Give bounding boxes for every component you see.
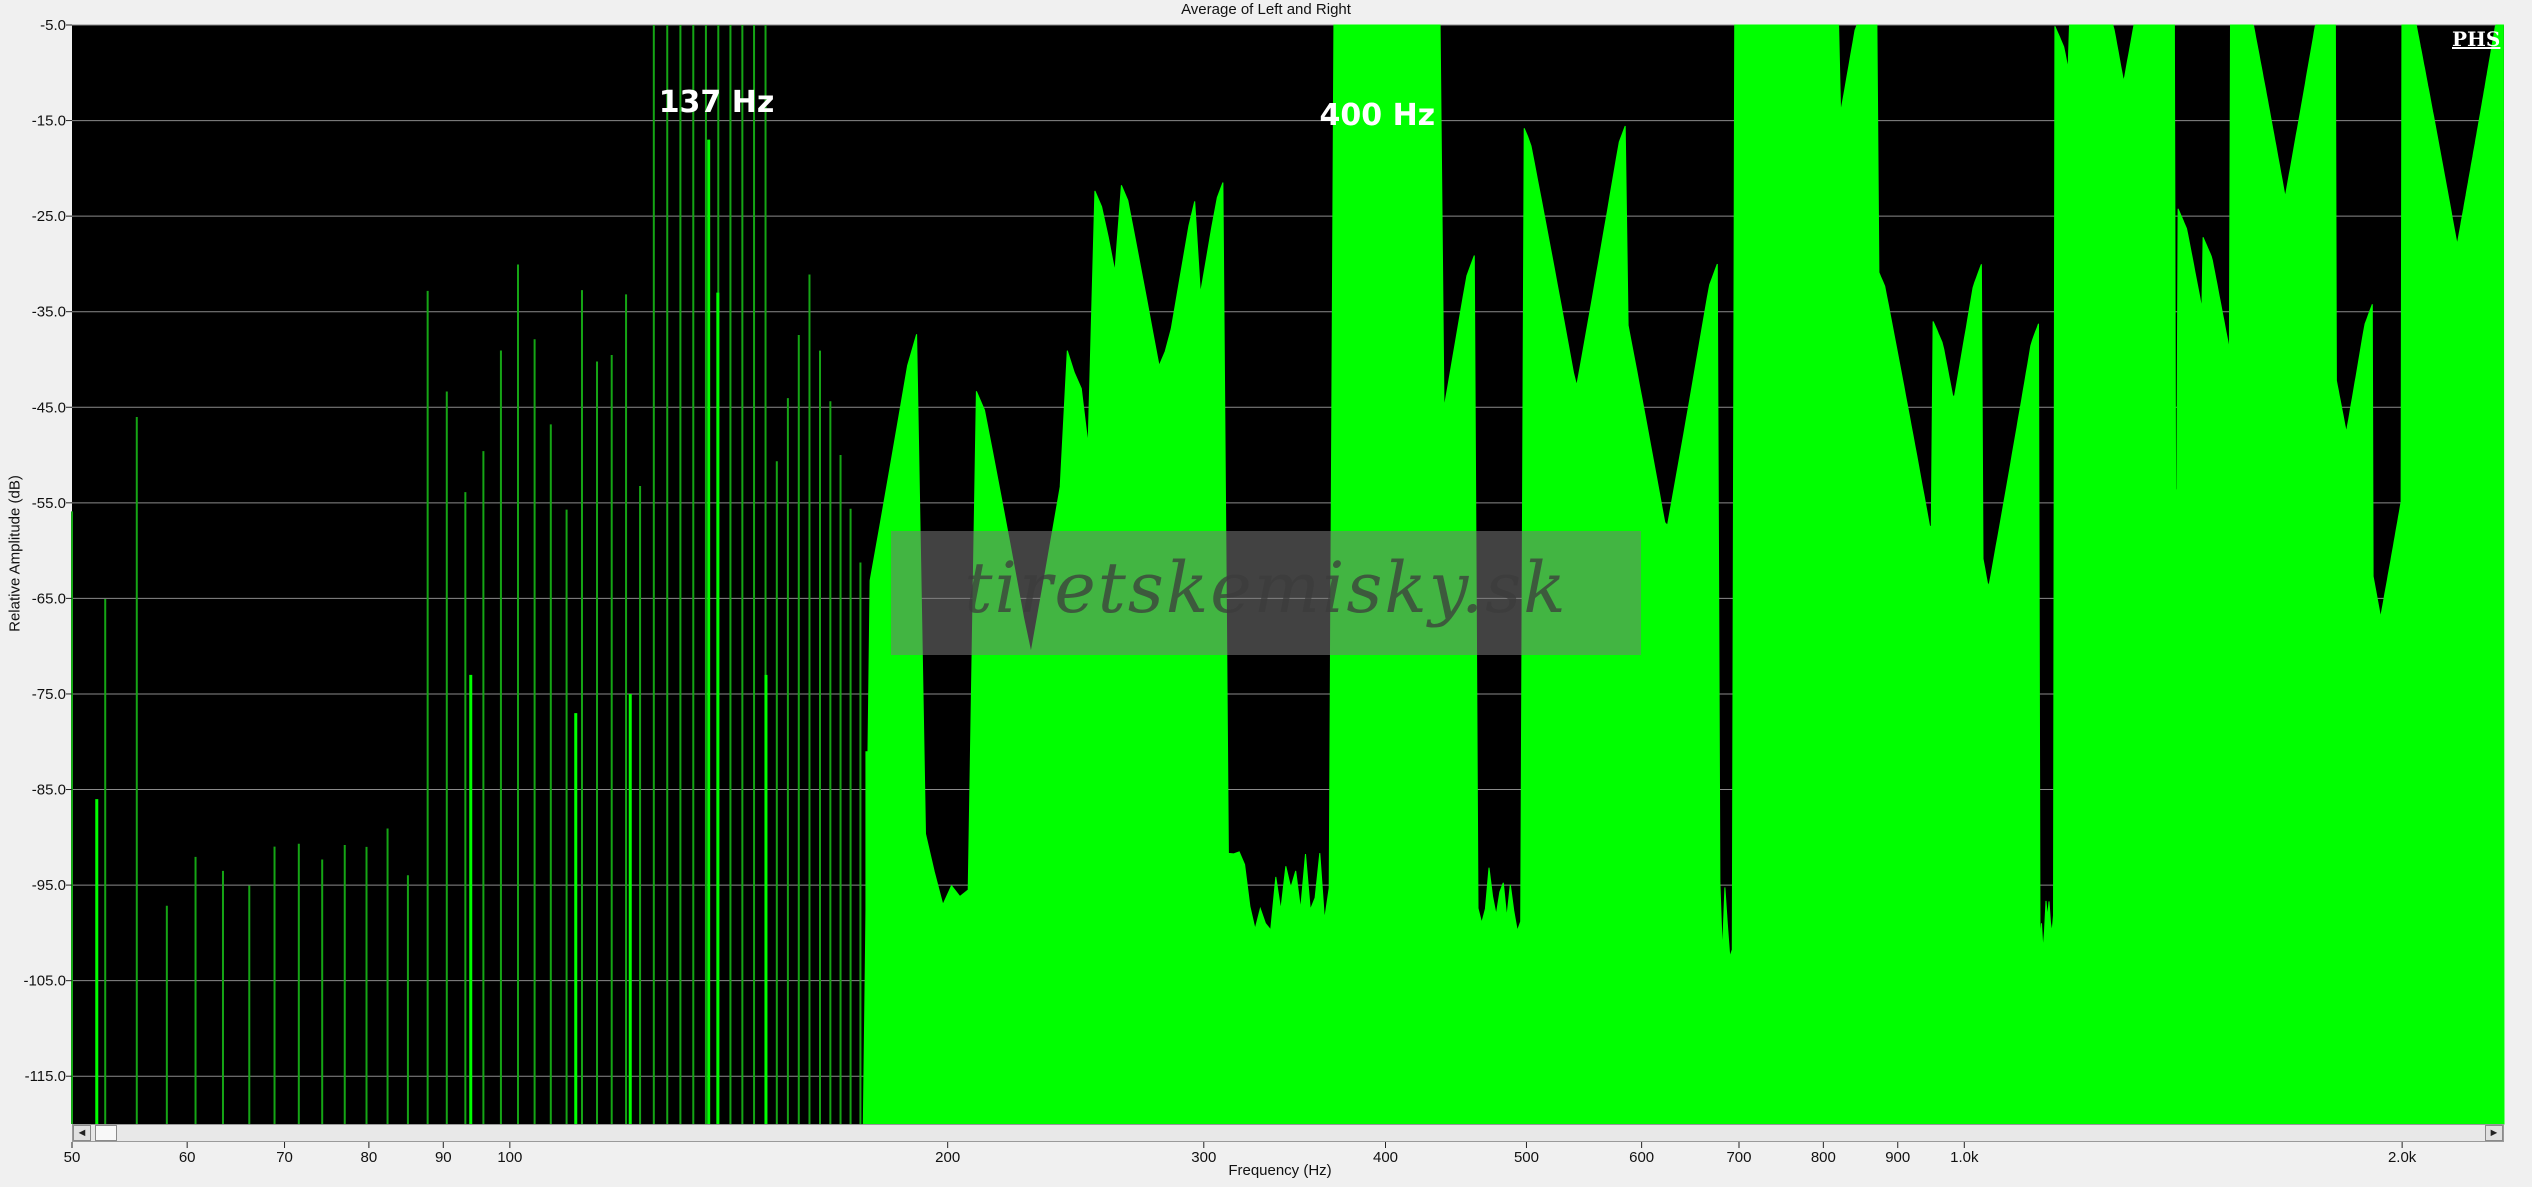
x-tick-label: 700 bbox=[1726, 1149, 1751, 1166]
watermark-text: tiretskemisky.sk bbox=[964, 547, 1568, 629]
y-tick-label: -105.0 bbox=[23, 973, 66, 990]
y-tick-label: -35.0 bbox=[32, 304, 66, 321]
horizontal-scrollbar[interactable]: ◄ ► bbox=[72, 1124, 2504, 1142]
x-tick-label: 60 bbox=[179, 1149, 196, 1166]
y-tick-label: -55.0 bbox=[32, 495, 66, 512]
scroll-right-arrow-icon[interactable]: ► bbox=[2485, 1125, 2503, 1141]
x-tick-label: 2.0k bbox=[2388, 1149, 2417, 1166]
x-tick-label: 50 bbox=[64, 1149, 81, 1166]
spectrum-analyzer-window: Average of Left and Right -5.0 -15.0 -25.0… bbox=[0, 0, 2532, 1187]
y-axis-ticks: -5.0 -15.0 -25.0 -35.0 -45.0 -55.0 -65.0 -75.0 -… bbox=[23, 17, 72, 1085]
x-tick-label: 500 bbox=[1514, 1149, 1539, 1166]
y-tick-label: -75.0 bbox=[32, 686, 66, 703]
y-tick-label: -115.0 bbox=[25, 1068, 66, 1085]
x-tick-label: 600 bbox=[1629, 1149, 1654, 1166]
x-tick-label: 90 bbox=[435, 1149, 452, 1166]
watermark-box: tiretskemisky.sk bbox=[891, 531, 1641, 655]
brand-logo: PHS bbox=[2452, 27, 2501, 51]
y-tick-label: -5.0 bbox=[40, 17, 66, 34]
y-tick-label: -85.0 bbox=[32, 782, 66, 799]
x-tick-label: 80 bbox=[361, 1149, 378, 1166]
x-tick-label: 800 bbox=[1811, 1149, 1836, 1166]
x-tick-label: 1.0k bbox=[1950, 1149, 1979, 1166]
scroll-left-arrow-icon[interactable]: ◄ bbox=[73, 1125, 91, 1141]
y-tick-label: -25.0 bbox=[32, 208, 66, 225]
y-tick-label: -15.0 bbox=[32, 113, 66, 130]
x-tick-label: 200 bbox=[935, 1149, 960, 1166]
y-tick-label: -65.0 bbox=[32, 590, 66, 607]
y-tick-label: -45.0 bbox=[32, 399, 66, 416]
y-tick-label: -95.0 bbox=[32, 877, 66, 894]
peak-annotation-137hz: 137 Hz bbox=[658, 85, 775, 120]
scroll-thumb[interactable] bbox=[95, 1125, 117, 1141]
peak-annotation-400hz: 400 Hz bbox=[1319, 98, 1436, 133]
y-axis-label: Relative Amplitude (dB) bbox=[6, 475, 24, 632]
x-tick-label: 100 bbox=[497, 1149, 522, 1166]
x-axis-label: Frequency (Hz) bbox=[1228, 1162, 1332, 1179]
x-tick-label: 900 bbox=[1885, 1149, 1910, 1166]
x-tick-label: 70 bbox=[276, 1149, 293, 1166]
